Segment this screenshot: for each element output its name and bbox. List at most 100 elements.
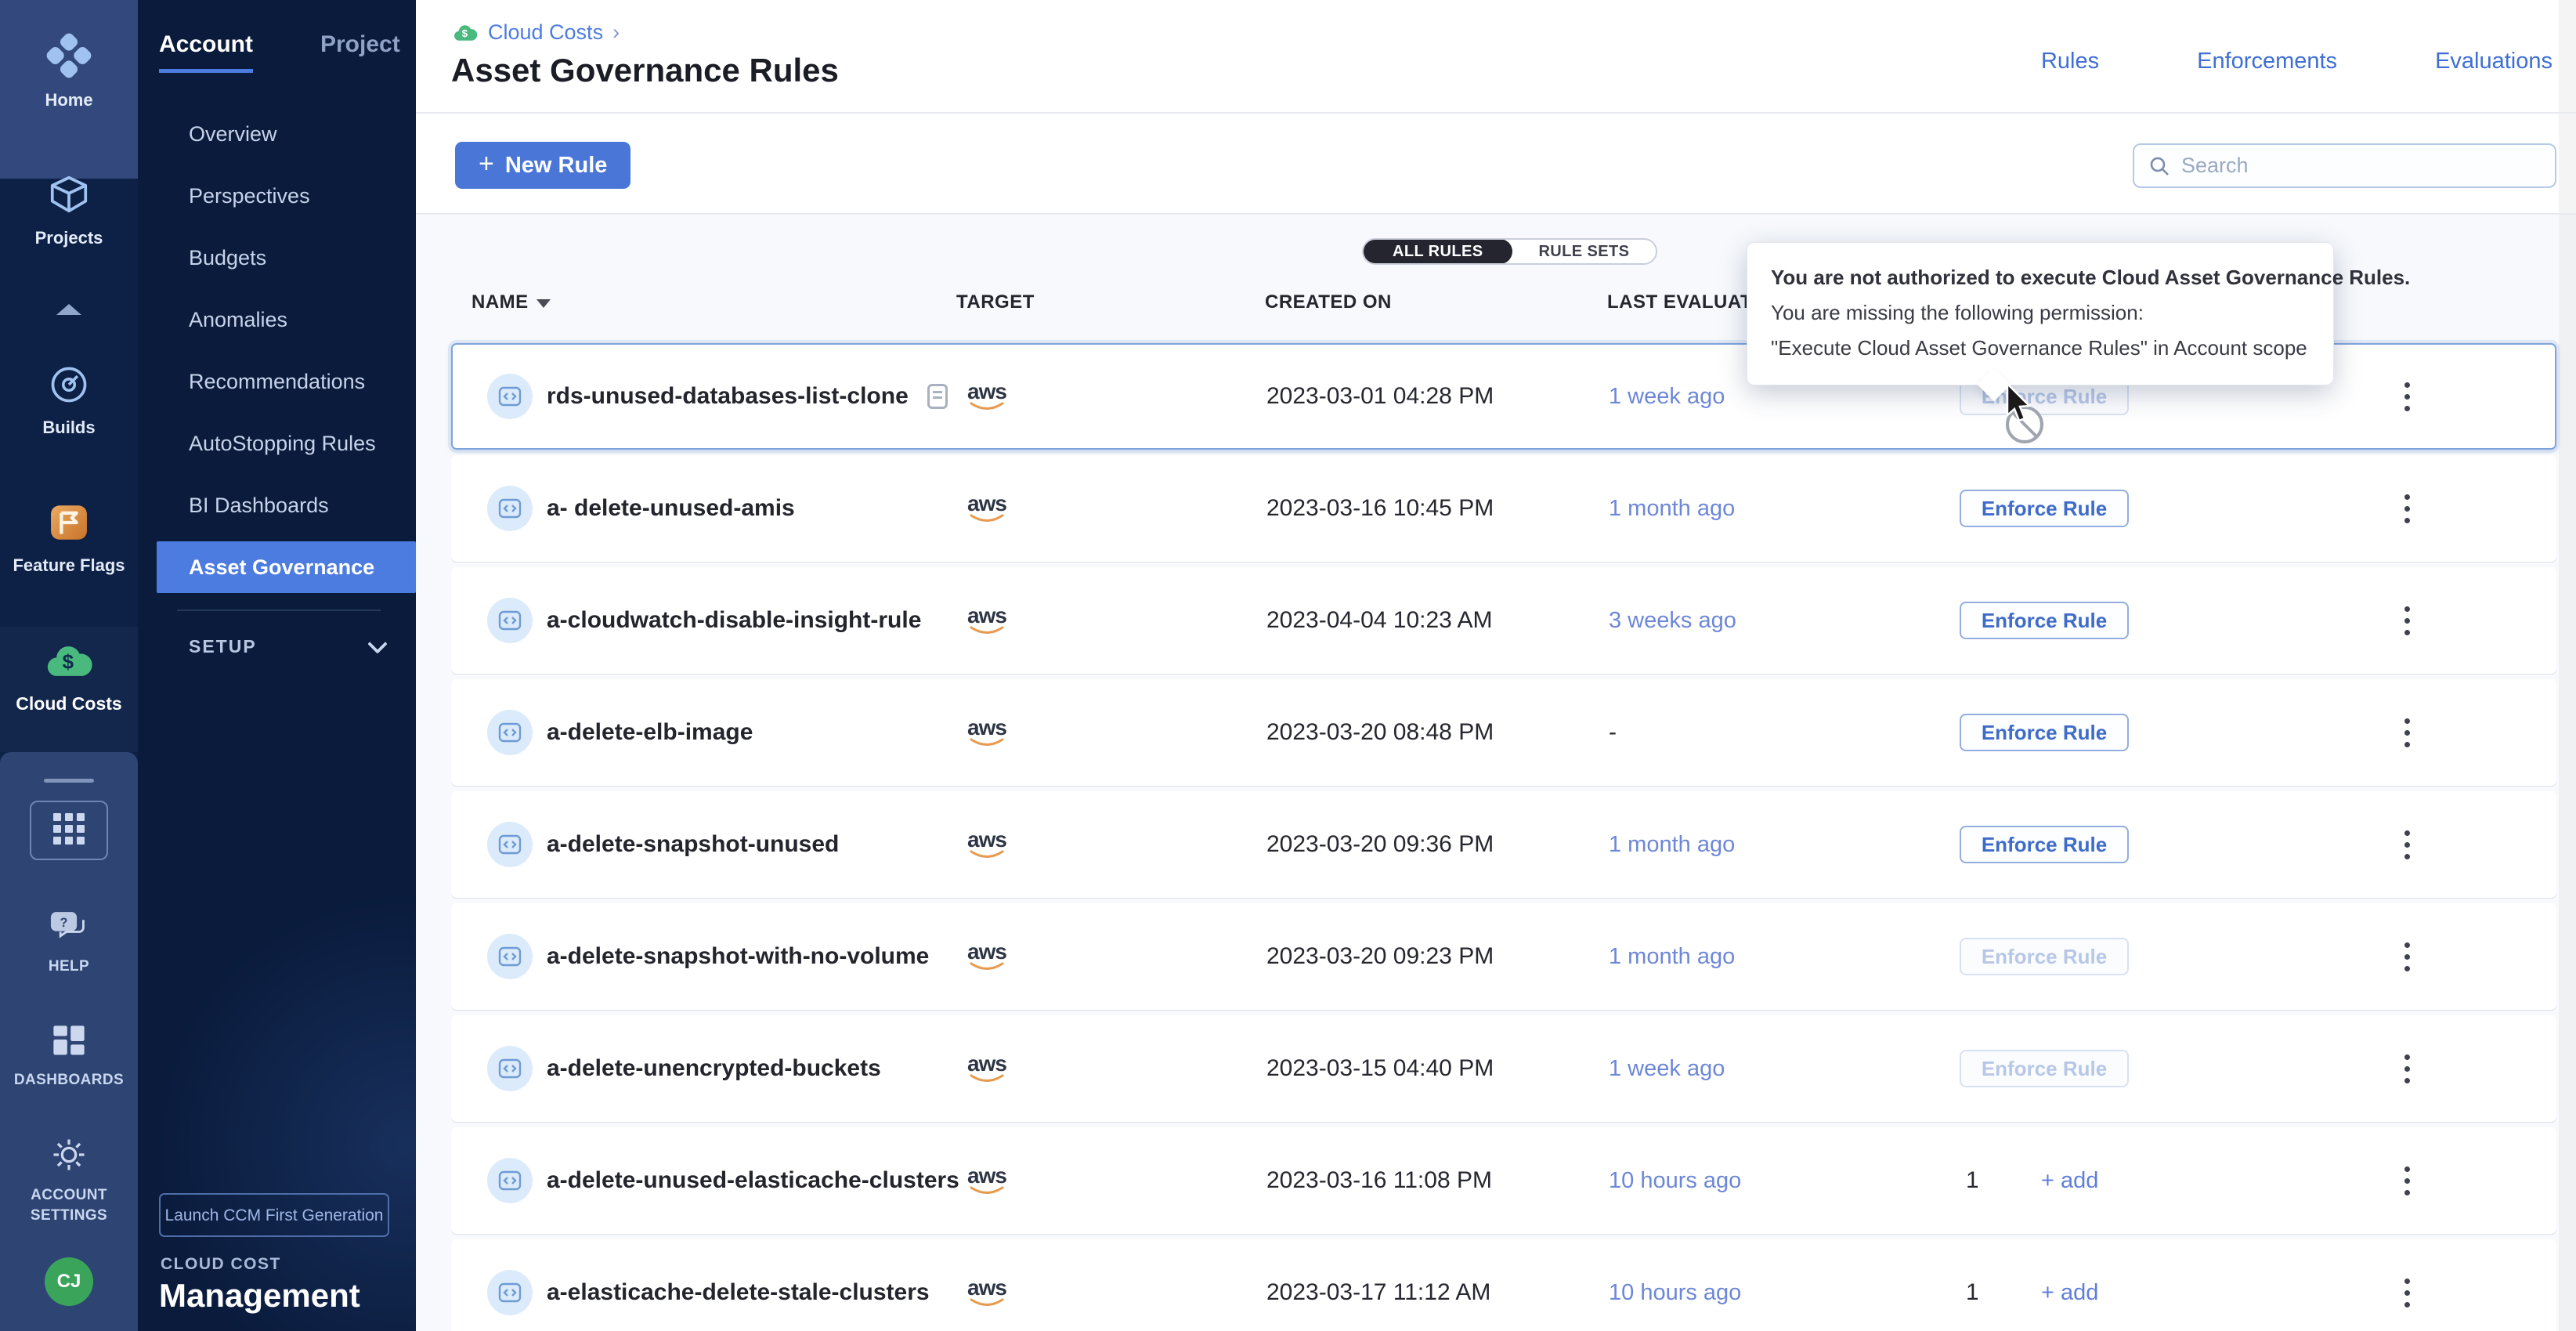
search-icon — [2148, 155, 2170, 177]
rail-label: Cloud Costs — [16, 693, 121, 714]
feature-flags-icon — [46, 500, 92, 549]
rule-name[interactable]: rds-unused-databases-list-clone — [547, 383, 909, 410]
add-enforcement-link[interactable]: + add — [2041, 1280, 2098, 1306]
rail-item-projects[interactable]: Projects — [0, 171, 138, 248]
enforce-rule-button[interactable]: Enforce Rule — [1960, 490, 2129, 527]
created-on: 2023-03-20 09:23 PM — [1266, 943, 1609, 970]
rule-icon — [487, 598, 533, 643]
link-evaluations[interactable]: Evaluations — [2435, 49, 2553, 74]
rail-item-dashboards[interactable]: DASHBOARDS — [0, 1022, 138, 1090]
link-rules[interactable]: Rules — [2041, 49, 2099, 74]
tab-project[interactable]: Project — [320, 31, 400, 73]
tooltip-line-3: "Execute Cloud Asset Governance Rules" i… — [1771, 331, 2310, 366]
enforce-rule-button[interactable]: Enforce Rule — [1960, 938, 2129, 975]
rule-name[interactable]: a-delete-snapshot-unused — [547, 831, 839, 858]
aws-logo: aws — [958, 942, 1016, 971]
breadcrumb-link-cloud-costs[interactable]: Cloud Costs — [488, 20, 603, 45]
table-row[interactable]: a- delete-unused-amisaws2023-03-16 10:45… — [451, 455, 2556, 562]
permission-tooltip: You are not authorized to execute Cloud … — [1747, 242, 2334, 385]
enforce-rule-button[interactable]: Enforce Rule — [1960, 714, 2129, 751]
sidebar-divider — [177, 609, 381, 611]
rail-item-feature-flags[interactable]: Feature Flags — [0, 500, 138, 576]
kebab-menu-icon[interactable] — [2398, 376, 2416, 418]
aws-logo: aws — [958, 1278, 1016, 1307]
kebab-menu-icon[interactable] — [2398, 936, 2416, 978]
sidebar-item-anomalies[interactable]: Anomalies — [138, 289, 416, 351]
last-evaluation[interactable]: 1 week ago — [1609, 384, 1725, 409]
kebab-menu-icon[interactable] — [2398, 824, 2416, 866]
user-avatar[interactable]: CJ — [45, 1257, 93, 1306]
rail-item-help[interactable]: ? HELP — [0, 909, 138, 977]
last-evaluation[interactable]: 1 month ago — [1609, 496, 1735, 521]
table-row[interactable]: a-delete-snapshot-with-no-volume aws 2023-… — [451, 903, 2556, 1010]
kebab-menu-icon[interactable] — [2398, 1048, 2416, 1090]
sidebar-item-autostopping-rules[interactable]: AutoStopping Rules — [138, 413, 416, 475]
enforce-rule-button[interactable]: Enforce Rule — [1960, 826, 2129, 863]
rule-name[interactable]: a-delete-unused-elasticache-clusters — [547, 1167, 959, 1194]
last-evaluation[interactable]: 1 month ago — [1609, 944, 1735, 969]
kebab-menu-icon[interactable] — [2398, 600, 2416, 642]
grid-icon — [52, 812, 86, 850]
sidebar-item-bi-dashboards[interactable]: BI Dashboards — [138, 475, 416, 537]
enforce-rule-button[interactable]: Enforce Rule — [1960, 1050, 2129, 1087]
table-row[interactable]: a-cloudwatch-disable-insight-ruleaws2023… — [451, 567, 2556, 674]
enforce-rule-button[interactable]: Enforce Rule — [1960, 602, 2129, 639]
rule-name[interactable]: a-delete-elb-image — [547, 719, 753, 746]
collapse-rail-icon[interactable] — [56, 304, 81, 315]
last-evaluation[interactable]: 10 hours ago — [1609, 1168, 1741, 1193]
sidebar-item-budgets[interactable]: Budgets — [138, 227, 416, 289]
toggle-all-rules[interactable]: ALL RULES — [1363, 239, 1512, 264]
kebab-menu-icon[interactable] — [2398, 1160, 2416, 1202]
sidebar-item-overview[interactable]: Overview — [138, 103, 416, 165]
rule-name[interactable]: a-elasticache-delete-stale-clusters — [547, 1279, 930, 1306]
dashboards-icon — [50, 1022, 88, 1064]
enforcement-count: 1 — [1960, 1279, 2041, 1306]
column-header-target[interactable]: TARGET — [956, 291, 1265, 313]
rail-item-home[interactable]: Home — [0, 31, 138, 110]
last-evaluation[interactable]: 3 weeks ago — [1609, 608, 1736, 633]
add-enforcement-link[interactable]: + add — [2041, 1168, 2098, 1194]
sidebar-item-setup[interactable]: SETUP — [189, 636, 385, 657]
breadcrumb-separator: › — [612, 20, 620, 45]
svg-text:$: $ — [63, 651, 74, 673]
table-row[interactable]: a-delete-elb-imageaws2023-03-20 08:48 PM… — [451, 679, 2556, 786]
column-header-created-on[interactable]: CREATED ON — [1265, 291, 1607, 313]
link-enforcements[interactable]: Enforcements — [2197, 49, 2337, 74]
new-rule-button[interactable]: + New Rule — [455, 142, 630, 189]
rail-label: HELP — [49, 957, 89, 977]
search-input[interactable] — [2181, 154, 2541, 178]
rail-item-builds[interactable]: Builds — [0, 362, 138, 438]
sidebar-item-perspectives[interactable]: Perspectives — [138, 165, 416, 227]
last-evaluation[interactable]: 10 hours ago — [1609, 1280, 1741, 1305]
rail-label: Feature Flags — [13, 555, 125, 576]
new-rule-label: New Rule — [505, 153, 608, 179]
sidebar-item-asset-governance[interactable]: Asset Governance — [157, 541, 416, 593]
rule-name[interactable]: a-cloudwatch-disable-insight-rule — [547, 607, 921, 634]
module-picker-button[interactable] — [30, 801, 108, 860]
cloud-costs-icon: $ — [452, 22, 479, 44]
rules-table: rds-unused-databases-list-clone aws 2023-0… — [451, 343, 2556, 1331]
launch-ccm-first-gen-button[interactable]: Launch CCM First Generation — [159, 1193, 389, 1237]
last-evaluation[interactable]: 1 month ago — [1609, 832, 1735, 857]
plus-icon: + — [479, 149, 494, 179]
kebab-menu-icon[interactable] — [2398, 1272, 2416, 1314]
rule-name[interactable]: a-delete-snapshot-with-no-volume — [547, 943, 929, 970]
rail-item-account-settings[interactable]: ACCOUNT SETTINGS — [0, 1134, 138, 1226]
sidebar-item-recommendations[interactable]: Recommendations — [138, 351, 416, 413]
rail-item-cloud-costs[interactable]: $ Cloud Costs — [0, 639, 138, 714]
last-evaluation[interactable]: 1 week ago — [1609, 1056, 1725, 1081]
rule-name[interactable]: a- delete-unused-amis — [547, 495, 795, 522]
table-row[interactable]: a-delete-unused-elasticache-clustersaws2… — [451, 1127, 2556, 1234]
kebab-menu-icon[interactable] — [2398, 712, 2416, 754]
aws-logo: aws — [958, 494, 1016, 523]
toggle-rule-sets[interactable]: RULE SETS — [1512, 240, 1656, 263]
app-window: CJ Home Projects — [0, 0, 2576, 1331]
copy-icon[interactable] — [927, 384, 948, 409]
rule-name[interactable]: a-delete-unencrypted-buckets — [547, 1055, 881, 1082]
tab-account[interactable]: Account — [159, 31, 253, 73]
kebab-menu-icon[interactable] — [2398, 488, 2416, 530]
table-row[interactable]: a-delete-unencrypted-bucketsaws2023-03-1… — [451, 1015, 2556, 1122]
table-row[interactable]: a-elasticache-delete-stale-clustersaws20… — [451, 1239, 2556, 1331]
table-row[interactable]: a-delete-snapshot-unusedaws2023-03-20 09… — [451, 791, 2556, 898]
column-header-name[interactable]: NAME — [451, 291, 956, 313]
